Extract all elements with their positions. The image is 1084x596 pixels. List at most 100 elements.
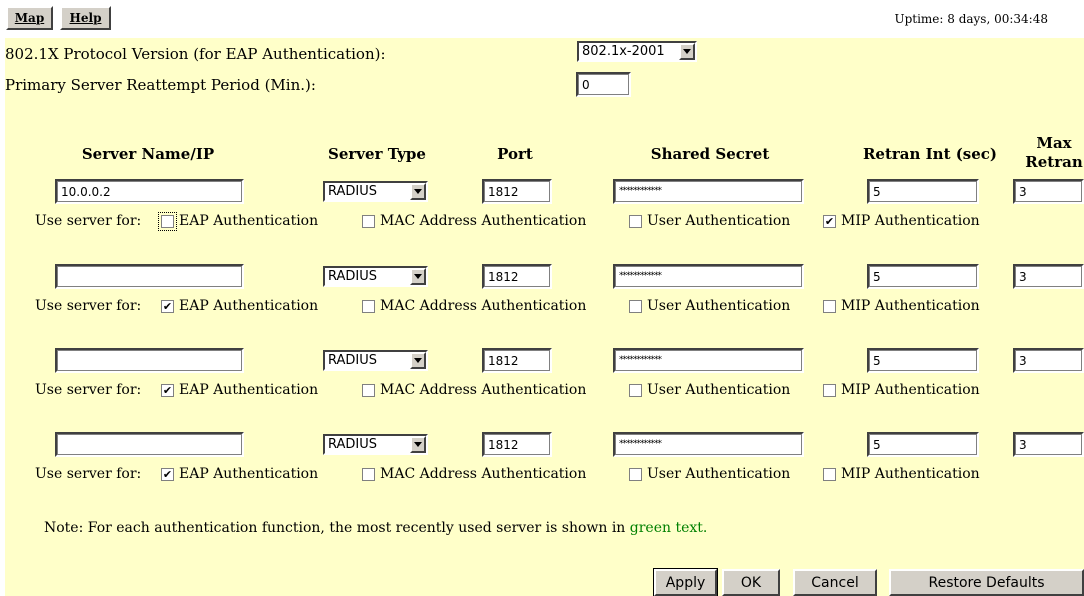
- user-auth-option[interactable]: User Authentication: [629, 382, 790, 398]
- use-server-for-label: Use server for:: [35, 298, 142, 314]
- shared-secret-input[interactable]: ************: [613, 432, 804, 457]
- header-max-retran-line2: Retran: [1025, 153, 1083, 171]
- protocol-version-label: 802.1X Protocol Version (for EAP Authent…: [5, 45, 386, 63]
- chevron-down-icon[interactable]: [410, 436, 426, 453]
- mip-auth-option[interactable]: MIP Authentication: [823, 298, 980, 314]
- header-max-retran-line1: Max: [1036, 134, 1072, 152]
- user-auth-checkbox[interactable]: [629, 467, 642, 481]
- use-server-for-label: Use server for:: [35, 466, 142, 482]
- mac-auth-label: MAC Address Authentication: [380, 298, 587, 314]
- header-server-name: Server Name/IP: [81, 145, 215, 163]
- eap-auth-option[interactable]: ✔ EAP Authentication: [161, 298, 318, 314]
- eap-auth-checkbox[interactable]: [158, 211, 177, 231]
- mip-auth-checkbox[interactable]: ✔: [823, 214, 836, 228]
- shared-secret-input[interactable]: ************: [613, 179, 804, 204]
- reattempt-period-label: Primary Server Reattempt Period (Min.):: [5, 76, 316, 94]
- chevron-down-icon[interactable]: [679, 43, 695, 60]
- use-server-for-label: Use server for:: [35, 382, 142, 398]
- server-type-value: RADIUS: [328, 184, 378, 199]
- port-input[interactable]: 1812: [482, 264, 552, 289]
- user-auth-label: User Authentication: [647, 466, 791, 482]
- mip-auth-checkbox[interactable]: [823, 299, 836, 313]
- reattempt-period-input[interactable]: 0: [576, 72, 631, 97]
- server-type-value: RADIUS: [328, 437, 378, 452]
- mac-auth-label: MAC Address Authentication: [380, 213, 587, 229]
- server-name-input[interactable]: 10.0.0.2: [55, 179, 244, 204]
- mip-auth-checkbox[interactable]: [823, 467, 836, 481]
- port-input[interactable]: 1812: [482, 432, 552, 457]
- eap-auth-option[interactable]: ✔ EAP Authentication: [161, 466, 318, 482]
- mac-auth-checkbox[interactable]: [362, 214, 375, 228]
- protocol-version-select[interactable]: 802.1x-2001: [577, 41, 697, 62]
- mac-auth-option[interactable]: MAC Address Authentication: [362, 466, 586, 482]
- chevron-down-icon[interactable]: [410, 352, 426, 369]
- map-button[interactable]: Map: [6, 6, 53, 30]
- ok-button[interactable]: OK: [722, 569, 780, 596]
- mac-auth-checkbox[interactable]: [362, 299, 375, 313]
- mip-auth-label: MIP Authentication: [841, 382, 980, 398]
- server-name-input[interactable]: [55, 348, 244, 373]
- server-type-select[interactable]: RADIUS: [323, 181, 428, 202]
- eap-auth-checkbox[interactable]: ✔: [161, 383, 174, 397]
- eap-auth-label: EAP Authentication: [179, 213, 319, 229]
- server-type-select[interactable]: RADIUS: [323, 434, 428, 455]
- protocol-version-value: 802.1x-2001: [582, 44, 665, 59]
- user-auth-checkbox[interactable]: [629, 299, 642, 313]
- server-name-input[interactable]: [55, 432, 244, 457]
- mac-auth-option[interactable]: MAC Address Authentication: [362, 298, 586, 314]
- user-auth-option[interactable]: User Authentication: [629, 213, 790, 229]
- help-button[interactable]: Help: [60, 6, 111, 30]
- mip-auth-option[interactable]: MIP Authentication: [823, 382, 980, 398]
- max-retran-input[interactable]: 3: [1013, 179, 1084, 204]
- server-type-select[interactable]: RADIUS: [323, 350, 428, 371]
- uptime-status: Uptime: 8 days, 00:34:48: [894, 12, 1048, 26]
- header-port: Port: [497, 145, 533, 163]
- max-retran-input[interactable]: 3: [1013, 264, 1084, 289]
- port-input[interactable]: 1812: [482, 348, 552, 373]
- mac-auth-checkbox[interactable]: [362, 383, 375, 397]
- settings-panel: [5, 38, 1084, 596]
- restore-defaults-button[interactable]: Restore Defaults: [889, 569, 1084, 596]
- eap-auth-option[interactable]: EAP Authentication: [158, 211, 319, 231]
- port-input[interactable]: 1812: [482, 179, 552, 204]
- cancel-button[interactable]: Cancel: [793, 569, 877, 596]
- note-text: Note: For each authentication function, …: [44, 520, 708, 536]
- user-auth-checkbox[interactable]: [629, 383, 642, 397]
- eap-auth-checkbox[interactable]: ✔: [161, 467, 174, 481]
- use-server-for-label: Use server for:: [35, 213, 142, 229]
- eap-auth-checkbox[interactable]: ✔: [161, 299, 174, 313]
- mac-auth-label: MAC Address Authentication: [380, 382, 587, 398]
- mac-auth-option[interactable]: MAC Address Authentication: [362, 213, 586, 229]
- chevron-down-icon[interactable]: [410, 268, 426, 285]
- user-auth-option[interactable]: User Authentication: [629, 298, 790, 314]
- shared-secret-input[interactable]: ************: [613, 348, 804, 373]
- chevron-down-icon[interactable]: [410, 183, 426, 200]
- server-type-select[interactable]: RADIUS: [323, 266, 428, 287]
- max-retran-input[interactable]: 3: [1013, 432, 1084, 457]
- eap-auth-option[interactable]: ✔ EAP Authentication: [161, 382, 318, 398]
- mip-auth-checkbox[interactable]: [823, 383, 836, 397]
- header-server-type: Server Type: [328, 145, 426, 163]
- mac-auth-option[interactable]: MAC Address Authentication: [362, 382, 586, 398]
- retran-int-input[interactable]: 5: [867, 348, 979, 373]
- header-shared-secret: Shared Secret: [650, 145, 770, 163]
- shared-secret-input[interactable]: ************: [613, 264, 804, 289]
- retran-int-input[interactable]: 5: [867, 432, 979, 457]
- mip-auth-option[interactable]: MIP Authentication: [823, 466, 980, 482]
- apply-button[interactable]: Apply: [653, 568, 718, 596]
- mac-auth-checkbox[interactable]: [362, 467, 375, 481]
- user-auth-label: User Authentication: [647, 382, 791, 398]
- eap-auth-label: EAP Authentication: [179, 382, 319, 398]
- mip-auth-label: MIP Authentication: [841, 298, 980, 314]
- eap-auth-label: EAP Authentication: [179, 298, 319, 314]
- mip-auth-option[interactable]: ✔ MIP Authentication: [823, 213, 980, 229]
- server-type-value: RADIUS: [328, 353, 378, 368]
- retran-int-input[interactable]: 5: [867, 264, 979, 289]
- server-type-value: RADIUS: [328, 269, 378, 284]
- retran-int-input[interactable]: 5: [867, 179, 979, 204]
- server-name-input[interactable]: [55, 264, 244, 289]
- user-auth-checkbox[interactable]: [629, 214, 642, 228]
- user-auth-option[interactable]: User Authentication: [629, 466, 790, 482]
- mip-auth-label: MIP Authentication: [841, 213, 980, 229]
- max-retran-input[interactable]: 3: [1013, 348, 1084, 373]
